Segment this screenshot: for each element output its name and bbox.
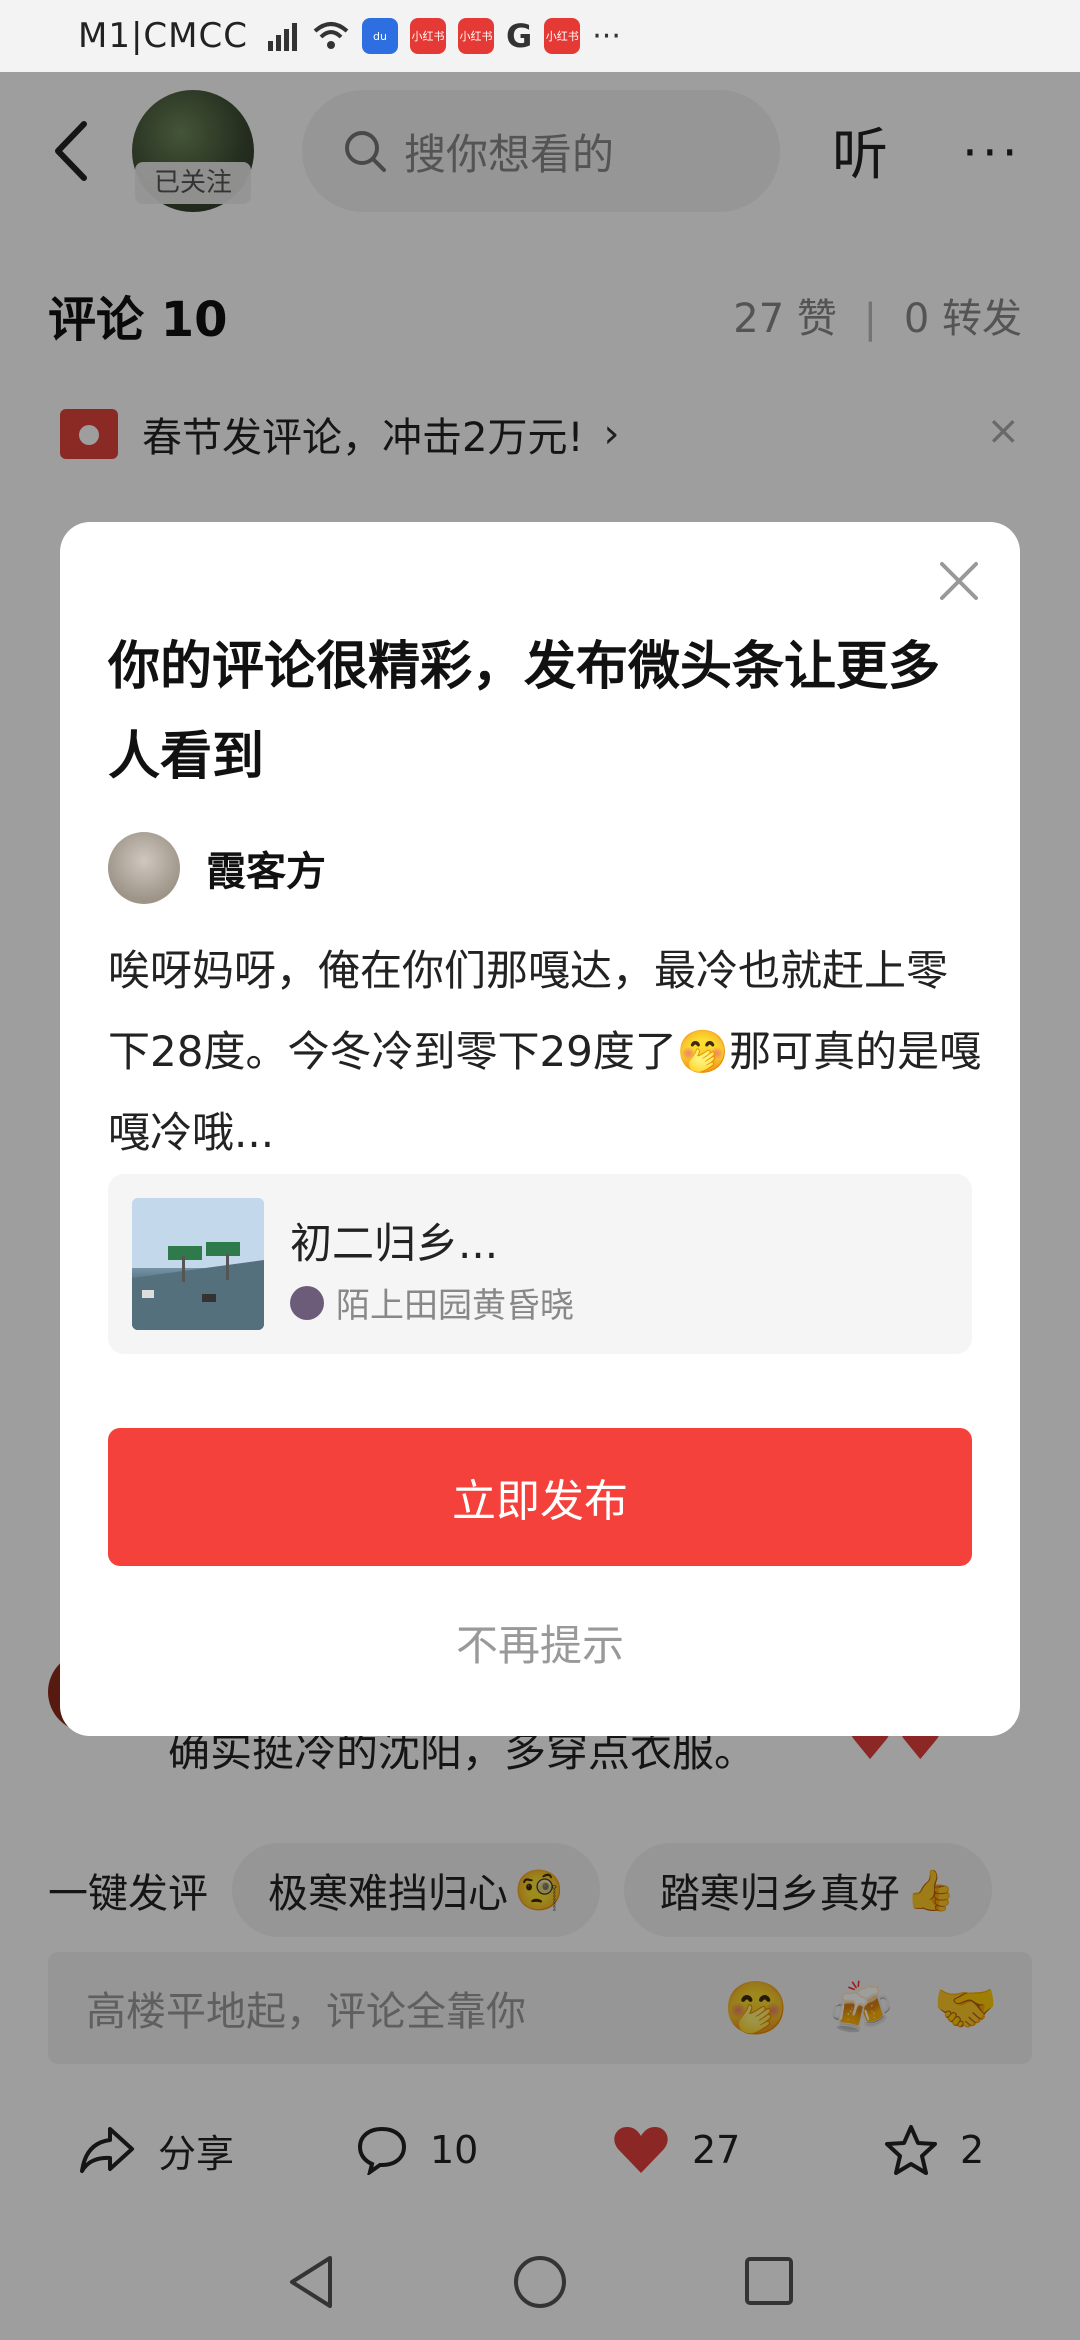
- article-card[interactable]: 初二归乡... 陌上田园黄昏晓: [108, 1174, 972, 1354]
- article-title: 初二归乡...: [290, 1219, 499, 1268]
- publish-dialog: 你的评论很精彩，发布微头条让更多人看到 霞客方 唉呀妈呀，俺在你们那嘎达，最冷也…: [60, 522, 1020, 1736]
- author-avatar: [108, 832, 180, 904]
- status-more-icon: ···: [592, 18, 621, 54]
- comment-author: 霞客方: [108, 832, 326, 904]
- wifi-icon: [313, 22, 349, 49]
- close-icon[interactable]: [936, 558, 982, 604]
- signal-icon: [267, 23, 297, 51]
- xiaohongshu-app-icon-3: 小红书: [544, 18, 581, 54]
- carrier-label: M1|CMCC: [78, 16, 248, 56]
- dont-remind-button[interactable]: 不再提示: [60, 1612, 1020, 1673]
- baidu-app-icon: du: [361, 18, 398, 54]
- author-name: 霞客方: [206, 849, 326, 895]
- comment-body: 唉呀妈呀，俺在你们那嘎达，最冷也就赶上零下28度。今冬冷到零下29度了🤭那可真的…: [108, 946, 982, 1157]
- publish-button[interactable]: 立即发布: [108, 1428, 972, 1566]
- source-name: 陌上田园黄昏晓: [336, 1286, 574, 1326]
- google-icon: G: [505, 17, 533, 55]
- xiaohongshu-app-icon: 小红书: [409, 18, 446, 54]
- article-thumbnail: [132, 1198, 264, 1330]
- xiaohongshu-app-icon-2: 小红书: [457, 18, 494, 54]
- article-source: 陌上田园黄昏晓: [290, 1278, 574, 1327]
- status-icons: du 小红书 小红书 G 小红书 ···: [266, 17, 621, 55]
- dialog-title: 你的评论很精彩，发布微头条让更多人看到: [108, 637, 941, 787]
- status-bar: M1|CMCC du 小红书 小红书 G 小红书 ···: [0, 0, 1080, 72]
- source-avatar: [290, 1285, 324, 1320]
